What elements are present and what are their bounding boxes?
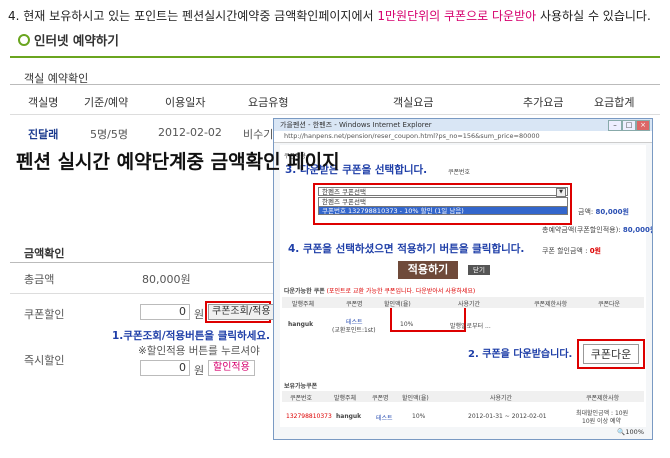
amount-label-text: 금액: bbox=[578, 208, 594, 216]
minimize-icon[interactable]: – bbox=[608, 120, 622, 131]
owned-coupon-rate: 10% bbox=[412, 413, 426, 420]
discount-amount: 쿠폰 할인금액 : 0원 bbox=[542, 246, 601, 256]
zoom-value: 100% bbox=[625, 428, 644, 436]
coupon-number-label: 쿠폰번호 bbox=[448, 169, 471, 176]
coupon-rate: 10% bbox=[400, 321, 414, 328]
amount-label: 금액: 80,000원 bbox=[578, 207, 629, 217]
total-amount-label: 총예약금액(쿠폰할인적용): bbox=[542, 226, 621, 234]
dropdown-option[interactable]: 한펜즈 쿠폰선택 bbox=[318, 197, 568, 206]
coupon-issuer: hanguk bbox=[288, 321, 314, 328]
owned-coupon-number: 132798810373 bbox=[286, 413, 332, 420]
th-limit: 쿠폰제한사항 bbox=[534, 301, 568, 308]
coupon-exchange-point: (교환포인트:1st) bbox=[332, 327, 376, 334]
won-unit: 원 bbox=[194, 364, 205, 377]
th-period: 사용기간 bbox=[458, 301, 481, 308]
room-name: 진달래 bbox=[28, 128, 59, 141]
instruction-text: 4. 현재 보유하시고 있는 포인트는 펜션실시간예약중 금액확인페이지에서 bbox=[8, 9, 378, 23]
dropdown-option-selected[interactable]: 쿠폰번호 132798810373 - 10% 할인 (1일 남음) bbox=[318, 206, 568, 215]
th-issuer-2: 발행주체 bbox=[334, 395, 357, 402]
header-room-name: 객실명 bbox=[28, 96, 59, 109]
divider bbox=[10, 84, 660, 85]
coupon-period: 발행일로부터 ... bbox=[450, 323, 491, 330]
owned-coupon-period: 2012-01-31 ~ 2012-02-01 bbox=[468, 413, 547, 420]
instruction-step4: 4. 현재 보유하시고 있는 포인트는 펜션실시간예약중 금액확인페이지에서 1… bbox=[8, 7, 651, 24]
note-text: ※할인적용 버튼를 누르셔야 bbox=[138, 345, 260, 357]
address-bar[interactable]: http://hanpens.net/pension/reser_coupon.… bbox=[274, 131, 652, 143]
room-rate-type: 비수기 bbox=[243, 128, 274, 141]
th-rate: 할인액(율) bbox=[384, 301, 411, 308]
instruction-highlight: 1만원단위의 쿠폰으로 다운받아 bbox=[377, 9, 537, 23]
total-label: 총금액 bbox=[24, 273, 55, 286]
discount-label: 쿠폰 할인금액 : bbox=[542, 247, 588, 255]
th-coupon-name-2: 쿠폰명 bbox=[372, 395, 389, 402]
discount-value: 0원 bbox=[589, 247, 601, 255]
th-coupon-number: 쿠폰번호 bbox=[290, 395, 313, 402]
coupon-lookup-button[interactable]: 쿠폰조회/적용 bbox=[208, 304, 275, 320]
page-title: 펜션 실시간 예약단계중 금액확인 페이지 bbox=[16, 151, 340, 173]
owned-coupons-label: 보유가능쿠폰 bbox=[284, 383, 318, 390]
room-date: 2012-02-02 bbox=[158, 126, 222, 139]
header-room-price: 객실요금 bbox=[393, 96, 434, 109]
coupon-discount-label: 쿠폰할인 bbox=[24, 308, 65, 321]
coupon-select-value: 한펜즈 쿠폰선택 bbox=[322, 188, 366, 196]
section-title-text: 인터넷 예약하기 bbox=[34, 33, 119, 48]
divider bbox=[10, 262, 280, 263]
instruction-text-end: 사용하실 수 있습니다. bbox=[536, 9, 651, 23]
annotation-step2: 2. 쿠폰을 다운받습니다. bbox=[468, 345, 573, 360]
circle-bullet-icon bbox=[18, 34, 30, 46]
annotation-step1: 1.쿠폰조회/적용버튼을 클릭하세요. bbox=[112, 330, 271, 342]
maximize-icon[interactable]: □ bbox=[622, 120, 636, 131]
popup-titlebar: 가을펜션 - 한펜즈 - Windows Internet Explorer –… bbox=[274, 119, 652, 131]
header-rate-type: 요금유형 bbox=[248, 96, 289, 109]
header-total-price: 요금합계 bbox=[594, 96, 635, 109]
th-issuer: 발행주체 bbox=[292, 301, 315, 308]
divider bbox=[10, 56, 660, 58]
th-download: 쿠폰다운 bbox=[598, 301, 621, 308]
owned-coupon-name[interactable]: 테스트 bbox=[376, 413, 393, 422]
total-value: 80,000원 bbox=[142, 273, 191, 286]
popup-window-title: 가을펜션 - 한펜즈 - Windows Internet Explorer bbox=[280, 121, 432, 129]
zoom-level[interactable]: 🔍100% bbox=[617, 428, 644, 436]
th-coupon-name: 쿠폰명 bbox=[346, 301, 363, 308]
header-date: 이용일자 bbox=[165, 96, 206, 109]
instant-discount-label: 즉시할인 bbox=[24, 354, 65, 367]
divider bbox=[10, 114, 660, 115]
close-button[interactable]: 닫기 bbox=[468, 265, 490, 275]
room-persons: 5명/5명 bbox=[90, 128, 128, 141]
downloadable-coupons: 다운가능한 쿠폰 (포인트로 교환 가능한 쿠폰입니다. 다운받아서 사용하세요… bbox=[284, 286, 475, 295]
instant-amount-field[interactable]: 0 bbox=[140, 360, 190, 376]
th-period-2: 사용기간 bbox=[490, 395, 513, 402]
discount-apply-button[interactable]: 할인적용 bbox=[208, 360, 255, 376]
downloadable-note: (포인트로 교환 가능한 쿠폰입니다. 다운받아서 사용하세요) bbox=[326, 288, 476, 295]
header-extra-price: 추가요금 bbox=[523, 96, 564, 109]
divider bbox=[10, 293, 280, 294]
amount-value: 80,000원 bbox=[595, 208, 629, 216]
won-unit: 원 bbox=[194, 308, 205, 321]
coupon-select[interactable]: 한펜즈 쿠폰선택 ▼ bbox=[318, 187, 568, 197]
downloadable-label: 다운가능한 쿠폰 bbox=[284, 288, 325, 295]
apply-button[interactable]: 적용하기 bbox=[398, 261, 458, 279]
amount-title: 금액확인 bbox=[24, 247, 65, 260]
coupon-download-button[interactable]: 쿠폰다운 bbox=[583, 344, 639, 364]
coupon-amount-field[interactable]: 0 bbox=[140, 304, 190, 320]
total-amount: 총예약금액(쿠폰할인적용): 80,000원 bbox=[542, 225, 652, 235]
chevron-down-icon[interactable]: ▼ bbox=[556, 188, 566, 197]
owned-coupon-issuer: hanguk bbox=[336, 413, 362, 420]
owned-coupon-limit-2: 10원 이상 예약 bbox=[582, 418, 622, 425]
header-persons: 기준/예약 bbox=[84, 96, 129, 109]
th-rate-2: 할인액(율) bbox=[402, 395, 429, 402]
annotation-step4: 4. 쿠폰을 선택하셨으면 적용하기 버튼을 클릭합니다. bbox=[288, 243, 525, 255]
close-icon[interactable]: × bbox=[636, 120, 650, 131]
total-amount-value: 80,000원 bbox=[622, 226, 652, 234]
popup-content: 쿠폰적용 3. 다운받은 쿠폰을 선택합니다. 쿠폰번호 한펜즈 쿠폰선택 ▼ … bbox=[280, 145, 652, 427]
th-limit-2: 쿠폰제한사항 bbox=[586, 395, 620, 402]
section-title: 인터넷 예약하기 bbox=[18, 30, 119, 49]
